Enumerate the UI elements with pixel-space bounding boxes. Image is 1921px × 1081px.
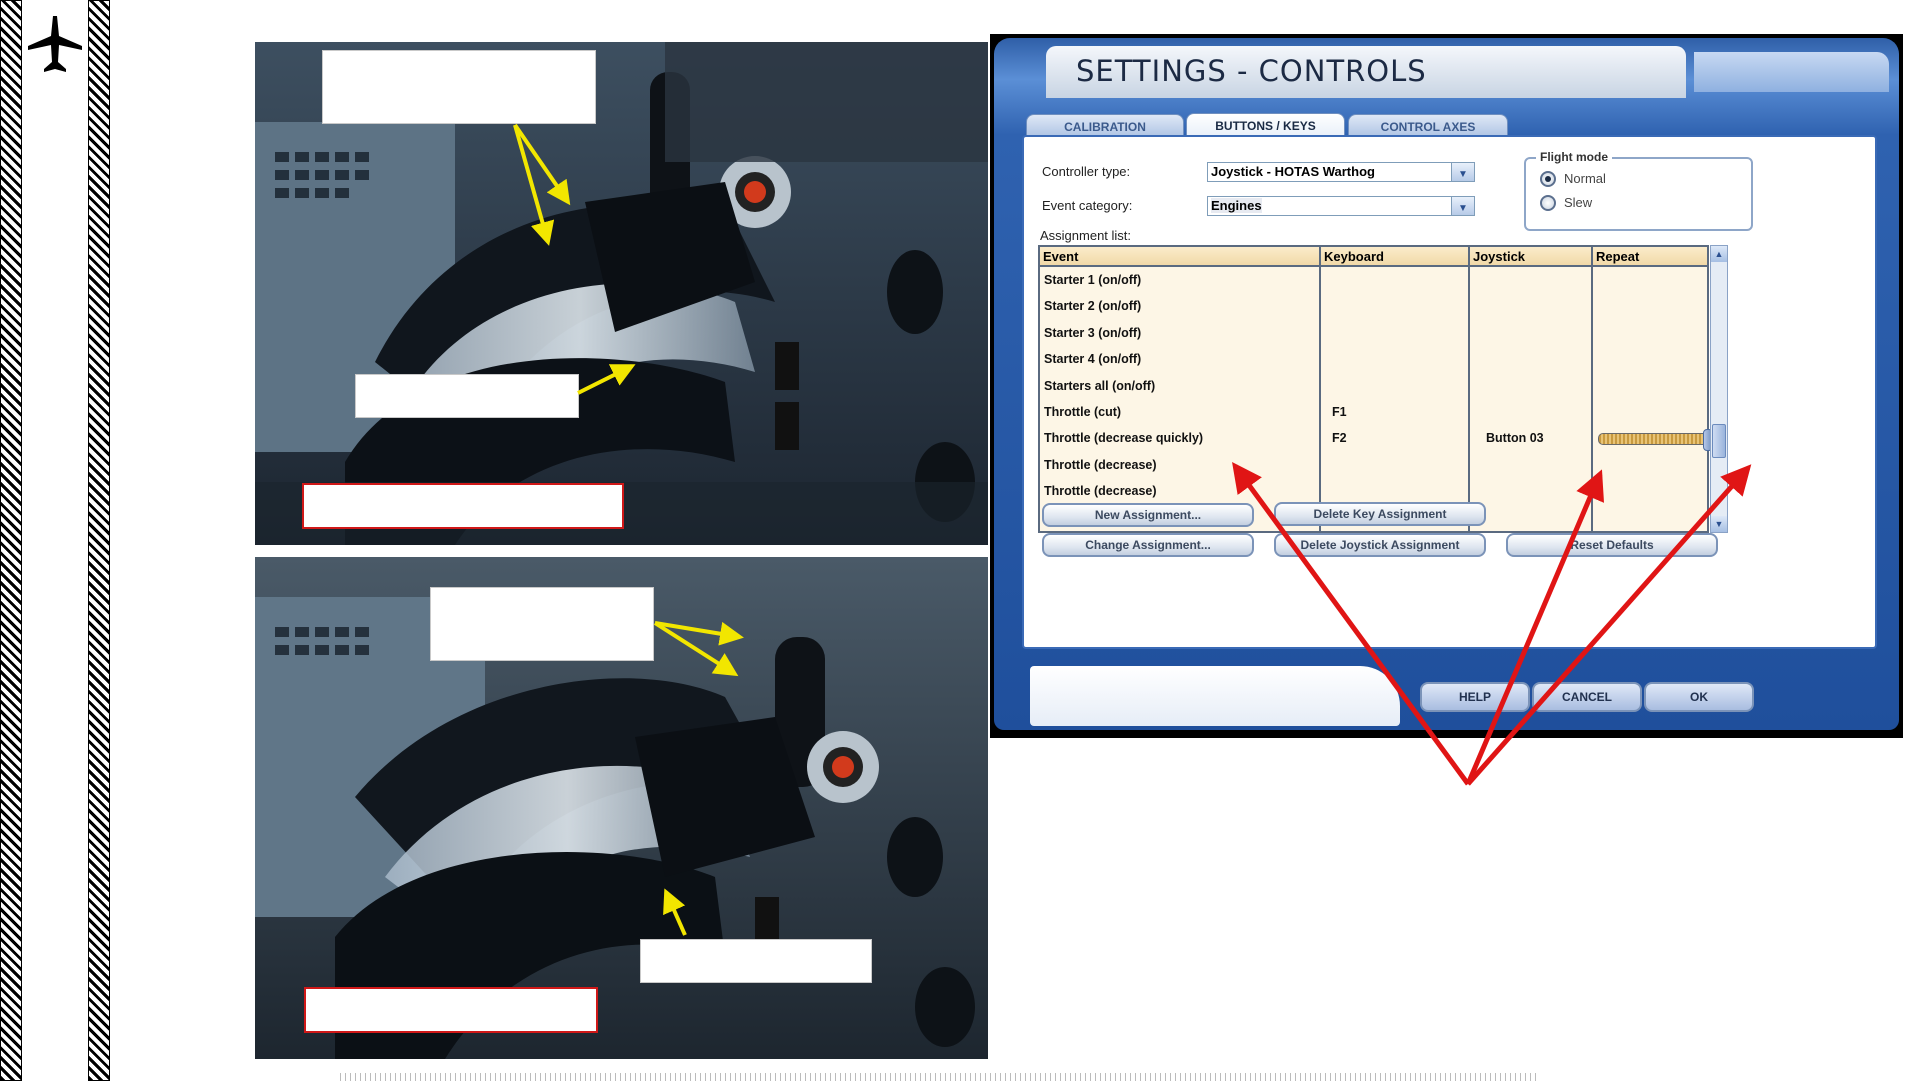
reset-defaults-button[interactable]: Reset Defaults — [1506, 533, 1718, 557]
window-title: SETTINGS - CONTROLS — [1076, 54, 1427, 88]
delete-joystick-assignment-button[interactable]: Delete Joystick Assignment — [1274, 533, 1486, 557]
event-category-label: Event category: — [1042, 198, 1133, 213]
throttle-photo-bottom — [255, 557, 988, 1059]
table-scrollbar[interactable]: ▲ ▼ — [1710, 245, 1728, 533]
chevron-down-icon[interactable]: ▼ — [1451, 163, 1474, 181]
table-row[interactable]: Starter 1 (on/off) — [1044, 273, 1141, 287]
assignment-table[interactable]: Event Keyboard Joystick Repeat Starter 1… — [1038, 245, 1713, 533]
callout-box — [640, 939, 872, 983]
joystick-cell[interactable]: Button 03 — [1486, 431, 1544, 445]
callout-box-red — [304, 987, 598, 1033]
column-header-repeat[interactable]: Repeat — [1593, 247, 1707, 267]
hatched-border-left — [0, 0, 22, 1081]
radio-normal-label[interactable]: Normal — [1564, 171, 1606, 186]
ok-button[interactable]: OK — [1644, 682, 1754, 712]
throttle-photo-top — [255, 42, 988, 545]
settings-controls-window: SETTINGS - CONTROLS CALIBRATION BUTTONS … — [990, 34, 1903, 738]
callout-box — [430, 587, 654, 661]
column-header-keyboard[interactable]: Keyboard — [1321, 247, 1470, 267]
column-divider — [1591, 267, 1593, 531]
assignment-list-label: Assignment list: — [1040, 228, 1132, 243]
scroll-thumb[interactable] — [1712, 424, 1726, 458]
scroll-up-icon[interactable]: ▲ — [1711, 246, 1727, 262]
radio-slew[interactable] — [1540, 195, 1556, 211]
repeat-slider[interactable] — [1598, 429, 1713, 452]
radio-normal[interactable] — [1540, 171, 1556, 187]
table-row[interactable]: Throttle (decrease) — [1044, 484, 1157, 498]
keyboard-cell[interactable]: F2 — [1332, 431, 1347, 445]
table-row[interactable]: Starter 3 (on/off) — [1044, 326, 1141, 340]
table-row[interactable]: Starters all (on/off) — [1044, 379, 1155, 393]
chevron-down-icon[interactable]: ▼ — [1451, 197, 1474, 215]
radio-slew-label[interactable]: Slew — [1564, 195, 1592, 210]
hatched-border-right — [88, 0, 110, 1081]
event-category-value: Engines — [1211, 198, 1262, 213]
scroll-down-icon[interactable]: ▼ — [1711, 516, 1727, 532]
table-row[interactable]: Starter 2 (on/off) — [1044, 299, 1141, 313]
help-button[interactable]: HELP — [1420, 682, 1530, 712]
event-category-select[interactable]: Engines ▼ — [1207, 196, 1475, 216]
title-bar-right — [1694, 52, 1889, 92]
change-assignment-button[interactable]: Change Assignment... — [1042, 533, 1254, 557]
callout-box-red — [302, 483, 624, 529]
keyboard-cell[interactable]: F1 — [1332, 405, 1347, 419]
airplane-icon — [28, 16, 82, 72]
column-header-joystick[interactable]: Joystick — [1470, 247, 1593, 267]
flight-mode-group: Flight mode Normal Slew — [1524, 150, 1753, 231]
window-frame: SETTINGS - CONTROLS CALIBRATION BUTTONS … — [994, 38, 1899, 730]
table-row[interactable]: Throttle (decrease quickly) — [1044, 431, 1203, 445]
table-row[interactable]: Starter 4 (on/off) — [1044, 352, 1141, 366]
buttons-keys-panel: Controller type: Joystick - HOTAS Wartho… — [1022, 135, 1877, 649]
table-row[interactable]: Throttle (decrease) — [1044, 458, 1157, 472]
callout-box — [355, 374, 579, 418]
cancel-button[interactable]: CANCEL — [1532, 682, 1642, 712]
delete-key-assignment-button[interactable]: Delete Key Assignment — [1274, 502, 1486, 526]
column-header-event[interactable]: Event — [1040, 247, 1321, 267]
callout-box — [322, 50, 596, 124]
footer-text-strip — [340, 1073, 1540, 1081]
controller-type-select[interactable]: Joystick - HOTAS Warthog ▼ — [1207, 162, 1475, 182]
status-area — [1030, 666, 1400, 726]
table-row[interactable]: Throttle (cut) — [1044, 405, 1121, 419]
new-assignment-button[interactable]: New Assignment... — [1042, 503, 1254, 527]
controller-type-label: Controller type: — [1042, 164, 1131, 179]
flight-mode-title: Flight mode — [1536, 150, 1612, 164]
controller-type-value: Joystick - HOTAS Warthog — [1211, 164, 1375, 179]
column-divider — [1468, 267, 1470, 531]
column-divider — [1319, 267, 1321, 531]
